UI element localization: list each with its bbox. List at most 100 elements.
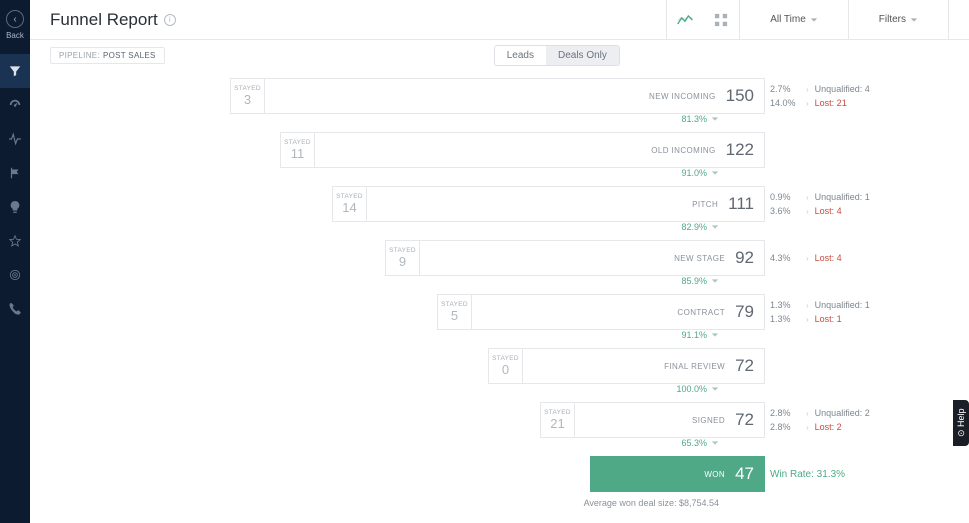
side-pct: 4.3% bbox=[770, 253, 800, 263]
stage-value: 92 bbox=[735, 248, 754, 268]
conversion-value: 100.0% bbox=[676, 384, 707, 394]
conversion-rate[interactable]: 91.1% bbox=[681, 330, 719, 340]
stage-value: 122 bbox=[726, 140, 754, 160]
win-rate: Win Rate: 31.3% bbox=[770, 456, 845, 492]
info-icon[interactable]: i bbox=[164, 14, 176, 26]
side-metric[interactable]: 2.8%›Lost: 2 bbox=[770, 422, 870, 432]
stage-row: STAYED3NEW INCOMING1502.7%›Unqualified: … bbox=[50, 78, 949, 114]
back-button[interactable]: ‹ Back bbox=[6, 10, 24, 40]
stayed-value: 14 bbox=[342, 200, 356, 215]
stage-side-info: 2.7%›Unqualified: 414.0%›Lost: 21 bbox=[770, 78, 870, 114]
stage-name: OLD INCOMING bbox=[651, 146, 715, 155]
stage-name: CONTRACT bbox=[677, 308, 725, 317]
stage-row: STAYED9NEW STAGE924.3%›Lost: 4 bbox=[50, 240, 949, 276]
side-label: Unqualified: 2 bbox=[815, 408, 870, 418]
side-pct: 2.7% bbox=[770, 84, 800, 94]
side-metric[interactable]: 1.3%›Lost: 1 bbox=[770, 314, 870, 324]
avg-deal-note: Average won deal size: $8,754.54 bbox=[50, 498, 949, 508]
pipeline-chip[interactable]: PIPELINE:POST SALES bbox=[50, 47, 165, 64]
nav-funnel[interactable] bbox=[0, 54, 30, 88]
stage-block[interactable]: STAYED14PITCH111 bbox=[332, 186, 765, 222]
stayed-value: 9 bbox=[399, 254, 406, 269]
chevron-down-icon bbox=[711, 223, 719, 231]
nav-activity[interactable] bbox=[0, 122, 30, 156]
conversion-row: 91.1% bbox=[50, 330, 949, 348]
filters-dropdown[interactable]: Filters bbox=[849, 0, 949, 40]
chevron-right-icon: › bbox=[806, 193, 809, 202]
nav-star[interactable] bbox=[0, 224, 30, 258]
stage-block[interactable]: STAYED0FINAL REVIEW72 bbox=[488, 348, 765, 384]
nav-idea[interactable] bbox=[0, 190, 30, 224]
stayed-label: STAYED bbox=[284, 139, 311, 146]
chevron-down-icon bbox=[711, 115, 719, 123]
mode-deals-button[interactable]: Deals Only bbox=[546, 46, 619, 65]
stage-value: 72 bbox=[735, 356, 754, 376]
chevron-right-icon: › bbox=[806, 207, 809, 216]
stayed-box: STAYED0 bbox=[488, 348, 522, 384]
gauge-icon bbox=[8, 98, 22, 112]
chevron-right-icon: › bbox=[806, 254, 809, 263]
help-tab[interactable]: ⊙ Help bbox=[953, 400, 969, 446]
stage-side-info: 4.3%›Lost: 4 bbox=[770, 240, 842, 276]
pulse-icon bbox=[8, 132, 22, 146]
chevron-down-icon bbox=[711, 385, 719, 393]
chevron-left-icon: ‹ bbox=[6, 10, 24, 28]
stage-block[interactable]: STAYED21SIGNED72 bbox=[540, 402, 765, 438]
side-label: Lost: 2 bbox=[815, 422, 842, 432]
stage-block[interactable]: STAYED11OLD INCOMING122 bbox=[280, 132, 765, 168]
nav-target[interactable] bbox=[0, 258, 30, 292]
view-grid-button[interactable] bbox=[703, 0, 739, 40]
conversion-rate[interactable]: 91.0% bbox=[681, 168, 719, 178]
side-metric[interactable]: 1.3%›Unqualified: 1 bbox=[770, 300, 870, 310]
side-pct: 1.3% bbox=[770, 314, 800, 324]
won-bar: WON47 bbox=[590, 456, 765, 492]
stage-row: STAYED0FINAL REVIEW72 bbox=[50, 348, 949, 384]
side-metric[interactable]: 4.3%›Lost: 4 bbox=[770, 253, 842, 263]
page-title: Funnel Report bbox=[50, 10, 158, 30]
conversion-rate[interactable]: 100.0% bbox=[676, 384, 719, 394]
chevron-right-icon: › bbox=[806, 301, 809, 310]
stage-block[interactable]: STAYED3NEW INCOMING150 bbox=[230, 78, 765, 114]
chevron-down-icon bbox=[711, 169, 719, 177]
conversion-row: 65.3% bbox=[50, 438, 949, 456]
side-label: Unqualified: 1 bbox=[815, 300, 870, 310]
side-metric[interactable]: 2.7%›Unqualified: 4 bbox=[770, 84, 870, 94]
stayed-label: STAYED bbox=[389, 247, 416, 254]
mode-leads-button[interactable]: Leads bbox=[495, 46, 546, 65]
sub-header: PIPELINE:POST SALES Leads Deals Only bbox=[30, 40, 969, 70]
stayed-value: 0 bbox=[502, 362, 509, 377]
chevron-right-icon: › bbox=[806, 409, 809, 418]
conversion-rate[interactable]: 81.3% bbox=[681, 114, 719, 124]
stage-value: 111 bbox=[728, 194, 754, 214]
conversion-rate[interactable]: 82.9% bbox=[681, 222, 719, 232]
side-metric[interactable]: 0.9%›Unqualified: 1 bbox=[770, 192, 870, 202]
side-metric[interactable]: 14.0%›Lost: 21 bbox=[770, 98, 870, 108]
filters-label: Filters bbox=[879, 14, 906, 25]
side-pct: 2.8% bbox=[770, 422, 800, 432]
conversion-rate[interactable]: 85.9% bbox=[681, 276, 719, 286]
stayed-value: 21 bbox=[550, 416, 564, 431]
funnel-area: STAYED3NEW INCOMING150 2.7% › Unqualified: … bbox=[30, 70, 969, 523]
side-metric[interactable]: 2.8%›Unqualified: 2 bbox=[770, 408, 870, 418]
stage-block[interactable]: STAYED5CONTRACT79 bbox=[437, 294, 765, 330]
conversion-row: 100.0% bbox=[50, 384, 949, 402]
side-pct: 3.6% bbox=[770, 206, 800, 216]
stage-bar: PITCH111 bbox=[366, 186, 765, 222]
stayed-box: STAYED14 bbox=[332, 186, 366, 222]
stage-value: 72 bbox=[735, 410, 754, 430]
stage-name: NEW STAGE bbox=[674, 254, 725, 263]
time-range-label: All Time bbox=[770, 14, 806, 25]
conversion-rate[interactable]: 65.3% bbox=[681, 438, 719, 448]
conversion-value: 91.1% bbox=[681, 330, 707, 340]
nav-dashboard[interactable] bbox=[0, 88, 30, 122]
stage-block[interactable]: STAYED9 NEW STAGE 92 bbox=[385, 240, 765, 276]
sidebar: ‹ Back bbox=[0, 0, 30, 523]
target-icon bbox=[8, 268, 22, 282]
time-range-dropdown[interactable]: All Time bbox=[740, 0, 849, 40]
nav-phone[interactable] bbox=[0, 292, 30, 326]
won-block[interactable]: WON47 bbox=[590, 456, 765, 492]
side-metric[interactable]: 3.6%›Lost: 4 bbox=[770, 206, 870, 216]
chevron-right-icon: › bbox=[806, 85, 809, 94]
view-chart-button[interactable] bbox=[667, 0, 703, 40]
nav-flag[interactable] bbox=[0, 156, 30, 190]
